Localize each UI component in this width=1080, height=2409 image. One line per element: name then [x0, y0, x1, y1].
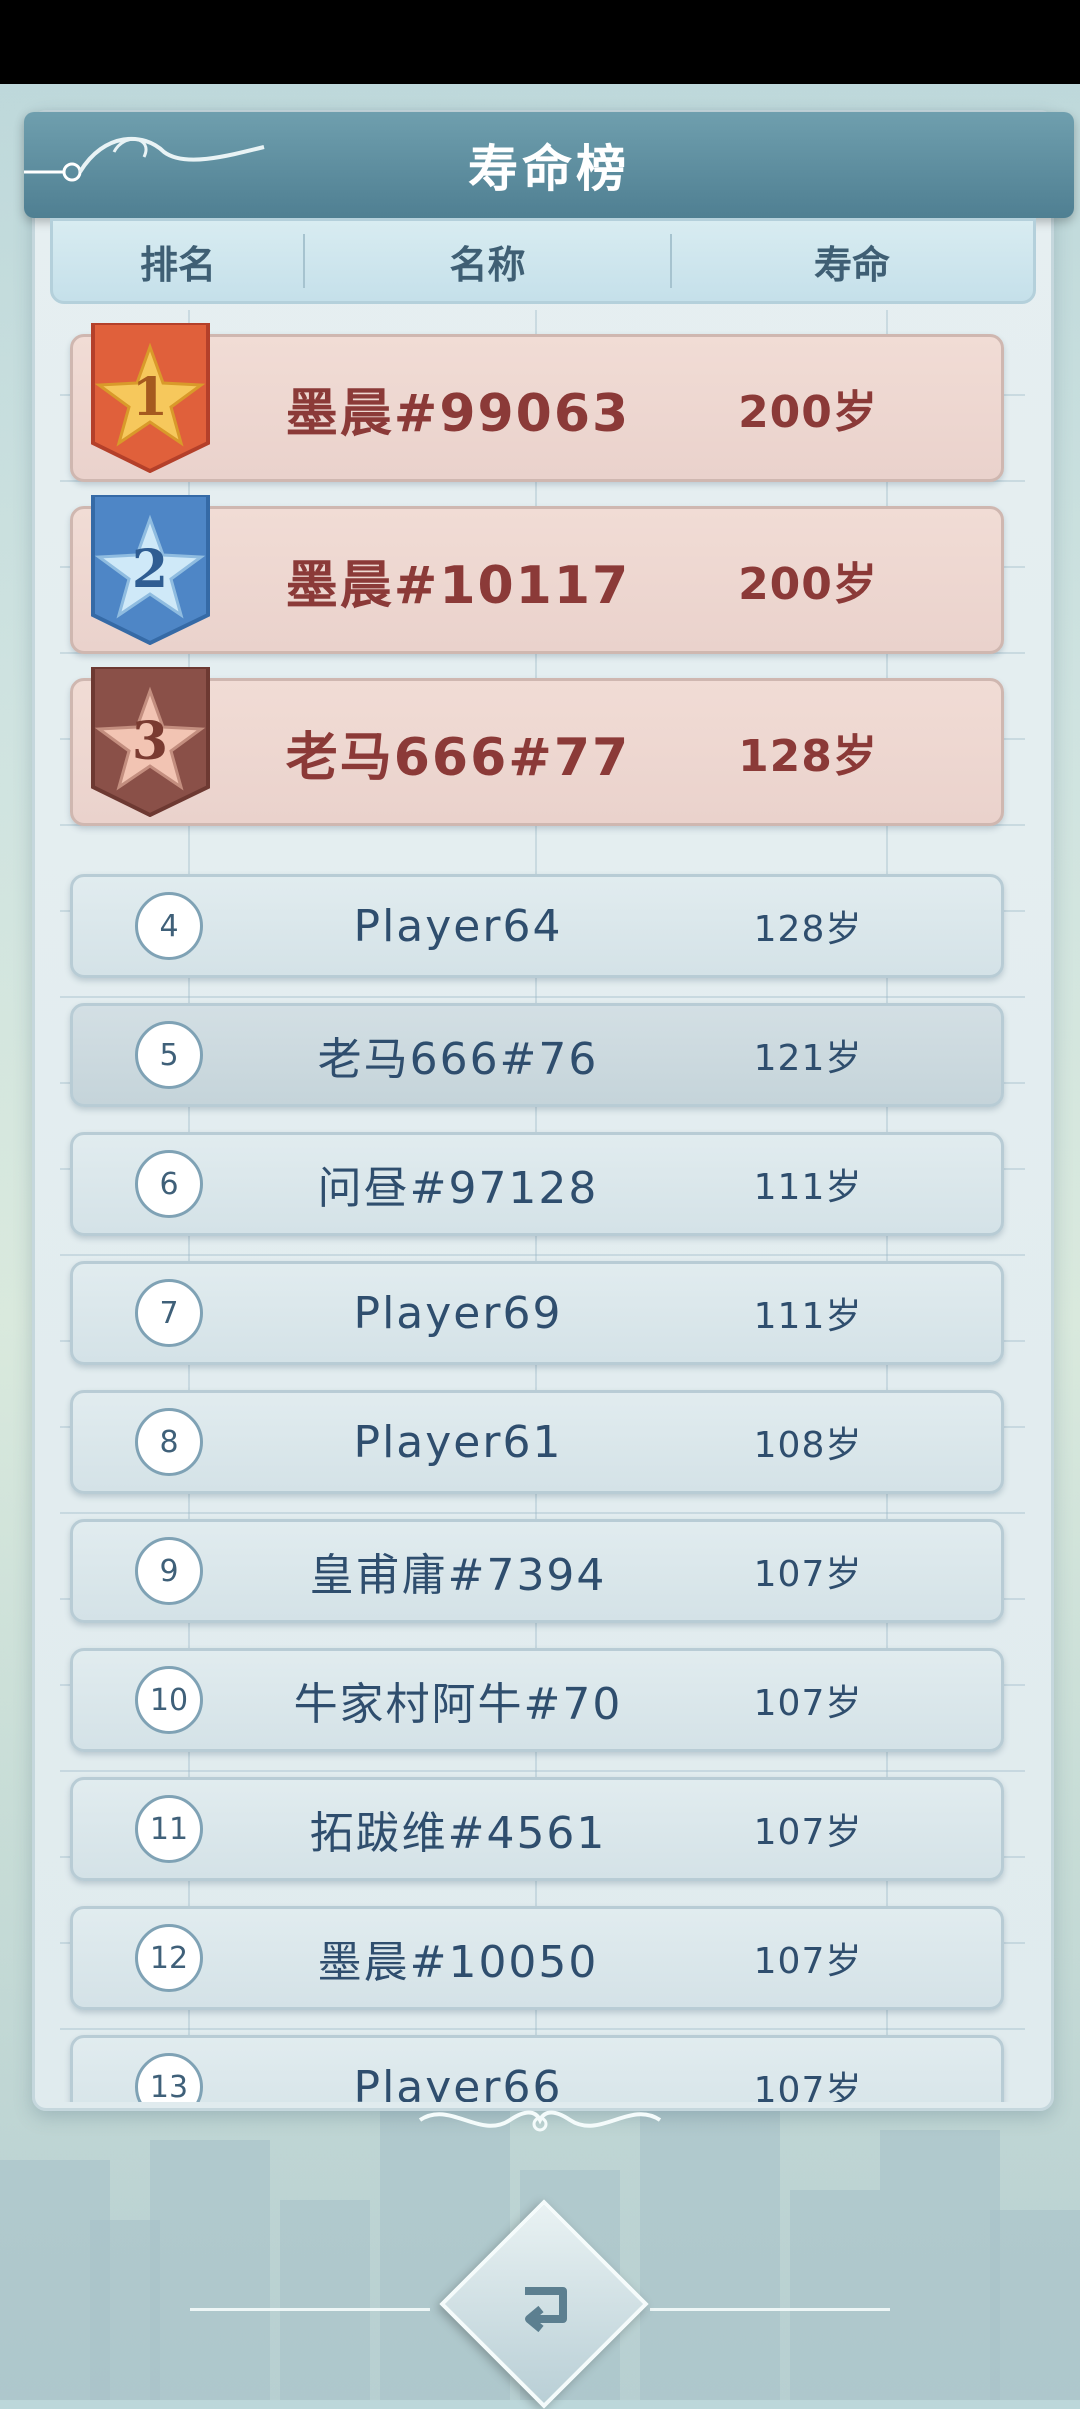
rank-row[interactable]: 11 拓跋维#4561 107岁 [70, 1777, 1004, 1881]
player-name: 墨晨#99063 [285, 383, 631, 444]
scroll-ornament-icon [418, 2110, 662, 2132]
player-name: 墨晨#10050 [317, 1937, 599, 1988]
rank-row[interactable]: 4 Player64 128岁 [70, 874, 1004, 978]
player-name: Player64 [353, 900, 563, 952]
rank-row[interactable]: 10 牛家村阿牛#70 107岁 [70, 1648, 1004, 1752]
svg-text:1: 1 [132, 367, 168, 428]
player-name: Player69 [353, 1287, 563, 1339]
rank-number: 10 [135, 1666, 203, 1734]
rank-number: 5 [135, 1021, 203, 1089]
top-rank-row[interactable]: 2 墨晨#10117 200岁 [70, 495, 1004, 654]
column-header: 排名 名称 寿命 [50, 218, 1036, 304]
lifespan-value: 107岁 [753, 1554, 863, 1595]
lifespan-value: 107岁 [753, 1812, 863, 1853]
lifespan-value: 128岁 [738, 731, 878, 782]
bronze-medal-icon: 3 [91, 667, 210, 817]
rank-number: 11 [135, 1795, 203, 1863]
lifespan-value: 200岁 [738, 559, 878, 610]
title-bar: 寿命榜 [24, 112, 1074, 218]
return-arrow-icon [525, 2287, 567, 2333]
player-name: Player61 [353, 1416, 563, 1468]
decorative-line [190, 2308, 430, 2311]
ranking-list[interactable]: 1 墨晨#99063 200岁 2 墨晨#10117 200岁 3 老马666#… [60, 310, 1025, 2102]
player-name: Player66 [353, 2061, 563, 2103]
column-rank: 排名 [139, 242, 216, 287]
svg-text:3: 3 [132, 711, 168, 772]
top-rank-row[interactable]: 3 老马666#77 128岁 [70, 667, 1004, 826]
rank-row[interactable]: 12 墨晨#10050 107岁 [70, 1906, 1004, 2010]
lifespan-value: 107岁 [753, 1941, 863, 1982]
player-name: 问昼#97128 [317, 1163, 599, 1214]
decorative-line [650, 2308, 890, 2311]
rank-number: 13 [135, 2053, 203, 2102]
rank-number: 12 [135, 1924, 203, 1992]
rank-number: 9 [135, 1537, 203, 1605]
rank-number: 4 [135, 892, 203, 960]
rank-row[interactable]: 6 问昼#97128 111岁 [70, 1132, 1004, 1236]
lifespan-value: 128岁 [753, 909, 863, 950]
player-name: 拓跋维#4561 [309, 1808, 607, 1859]
lifespan-value: 200岁 [738, 387, 878, 438]
top-rank-row[interactable]: 1 墨晨#99063 200岁 [70, 323, 1004, 482]
lifespan-value: 111岁 [753, 1167, 863, 1208]
player-name: 墨晨#10117 [285, 555, 631, 616]
lifespan-value: 111岁 [753, 1296, 863, 1337]
player-name: 老马666#76 [317, 1034, 599, 1085]
rank-row[interactable]: 7 Player69 111岁 [70, 1261, 1004, 1365]
rank-number: 7 [135, 1279, 203, 1347]
column-life: 寿命 [813, 242, 890, 287]
svg-text:2: 2 [132, 539, 168, 600]
player-name: 牛家村阿牛#70 [293, 1679, 623, 1730]
status-bar [0, 0, 1080, 84]
lifespan-value: 107岁 [753, 1683, 863, 1724]
silver-medal-icon: 2 [91, 495, 210, 645]
lifespan-value: 108岁 [753, 1425, 863, 1466]
lifespan-value: 107岁 [753, 2070, 863, 2102]
gold-medal-icon: 1 [91, 323, 210, 473]
player-name: 老马666#77 [285, 727, 631, 788]
rank-number: 8 [135, 1408, 203, 1476]
page-title: 寿命榜 [468, 140, 630, 198]
rank-row[interactable]: 9 皇甫庸#7394 107岁 [70, 1519, 1004, 1623]
player-name: 皇甫庸#7394 [309, 1550, 607, 1601]
rank-number: 6 [135, 1150, 203, 1218]
column-name: 名称 [449, 242, 526, 287]
swirl-ornament-icon [24, 137, 265, 182]
rank-row[interactable]: 5 老马666#76 121岁 [70, 1003, 1004, 1107]
rank-row[interactable]: 8 Player61 108岁 [70, 1390, 1004, 1494]
lifespan-value: 121岁 [753, 1038, 863, 1079]
rank-row[interactable]: 13 Player66 107岁 [70, 2035, 1004, 2102]
